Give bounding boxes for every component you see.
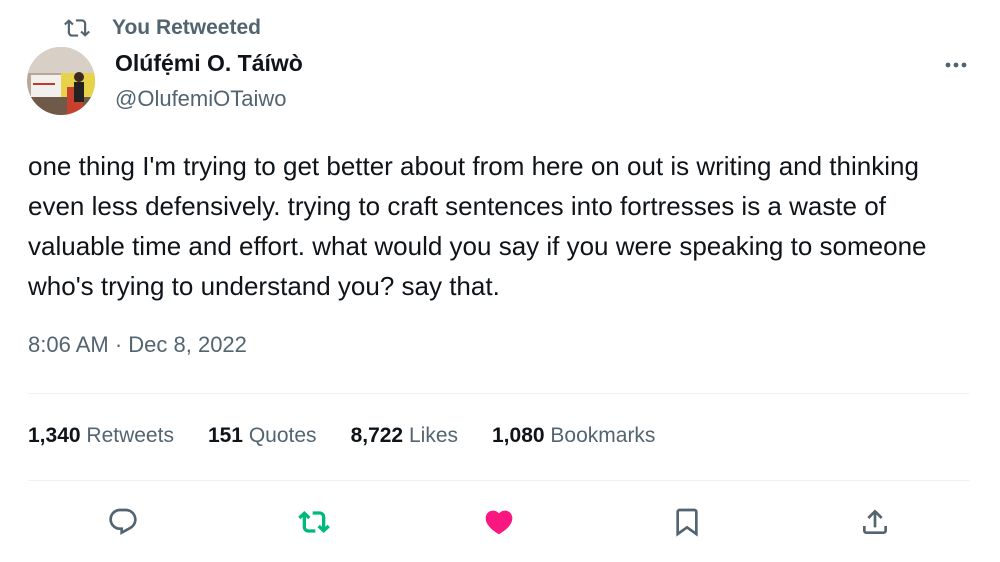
author-handle[interactable]: @OlufemiOTaiwo <box>115 86 287 112</box>
author-name[interactable]: Olúfẹ́mi O. Táíwò <box>115 50 303 77</box>
reply-icon <box>109 508 137 535</box>
more-icon <box>945 62 967 68</box>
more-options-button[interactable] <box>940 52 972 78</box>
quotes-label: Quotes <box>248 424 317 447</box>
divider <box>28 393 970 394</box>
likes-count: 8,722 <box>350 424 404 447</box>
retweets-stat[interactable]: 1,340 Retweets <box>28 424 174 448</box>
share-button[interactable] <box>853 500 897 544</box>
tweet-page: You Retweeted Olúfẹ́mi O. Táíwò @Olufemi… <box>0 0 1000 562</box>
action-bar <box>0 500 1000 544</box>
retweet-icon <box>64 19 90 37</box>
bookmarks-count: 1,080 <box>492 424 545 447</box>
retweet-icon <box>298 511 330 533</box>
retweets-count: 1,340 <box>28 424 81 447</box>
retweet-button[interactable] <box>292 500 336 544</box>
tweet-text: one thing I'm trying to get better about… <box>28 151 927 301</box>
bookmark-icon <box>676 508 698 537</box>
retweet-banner-label: You Retweeted <box>112 16 261 39</box>
divider <box>28 480 970 481</box>
tweet-timestamp[interactable]: 8:06 AM · Dec 8, 2022 <box>28 332 247 358</box>
bookmarks-stat[interactable]: 1,080 Bookmarks <box>492 424 655 448</box>
likes-stat[interactable]: 8,722 Likes <box>351 424 458 448</box>
tweet-stats: 1,340 Retweets 151 Quotes 8,722 Likes 1,… <box>28 424 689 448</box>
share-icon <box>863 509 887 534</box>
avatar[interactable] <box>27 47 95 115</box>
heart-icon <box>485 510 513 535</box>
bookmark-button[interactable] <box>665 500 709 544</box>
avatar-image <box>27 47 95 115</box>
quotes-count: 151 <box>207 424 243 447</box>
likes-label: Likes <box>408 424 458 447</box>
retweets-label: Retweets <box>86 424 174 447</box>
bookmarks-label: Bookmarks <box>550 424 656 447</box>
quotes-stat[interactable]: 151 Quotes <box>208 424 317 448</box>
like-button[interactable] <box>477 500 521 544</box>
retweet-banner: You Retweeted <box>64 12 261 44</box>
reply-button[interactable] <box>101 500 145 544</box>
